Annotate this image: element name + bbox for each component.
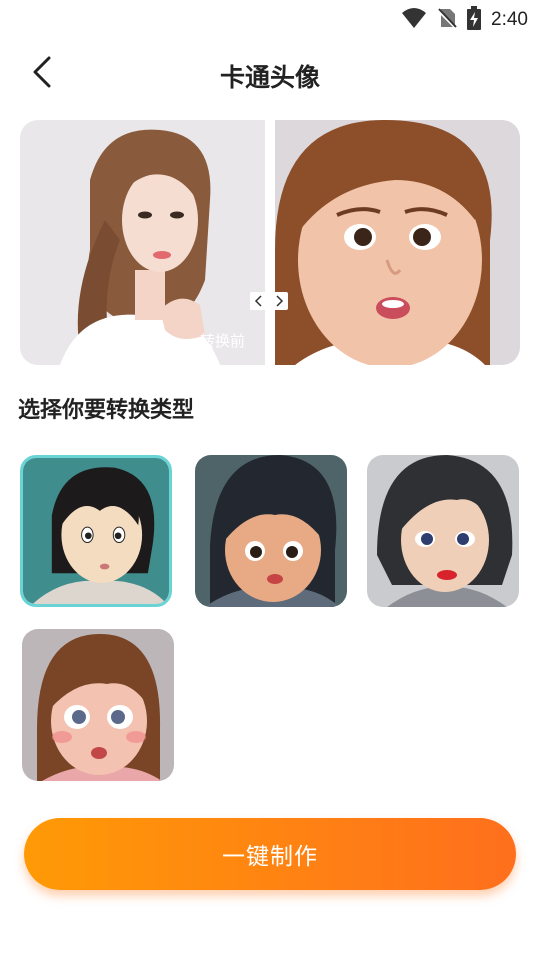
status-time: 2:40 (491, 9, 528, 30)
before-label: 转换前 (200, 332, 246, 350)
before-photo (20, 120, 265, 365)
style-option-cartoon-4[interactable] (22, 629, 174, 781)
section-title: 选择你要转换类型 (18, 398, 195, 423)
style-option-anime[interactable] (20, 455, 172, 607)
compare-divider (265, 120, 275, 365)
chevron-right-icon (274, 292, 284, 311)
before-after-compare[interactable]: 转换前 (20, 120, 520, 365)
make-button-label: 一键制作 (222, 844, 318, 870)
chevron-left-icon (254, 292, 264, 311)
compare-slider-handle[interactable] (250, 292, 288, 310)
no-sim-icon (436, 7, 458, 33)
style-option-cartoon-3[interactable] (367, 455, 519, 607)
battery-charging-icon (467, 6, 482, 34)
status-bar: 2:40 (0, 0, 540, 36)
after-photo (275, 120, 520, 365)
header: 卡通头像 (0, 48, 540, 98)
wifi-icon (401, 7, 427, 33)
slide-right-button[interactable] (270, 292, 288, 310)
slide-left-button[interactable] (250, 292, 268, 310)
make-button[interactable]: 一键制作 (24, 818, 516, 890)
style-option-cartoon-2[interactable] (195, 455, 347, 607)
page-title: 卡通头像 (219, 63, 320, 92)
status-icons: 2:40 (401, 6, 528, 34)
